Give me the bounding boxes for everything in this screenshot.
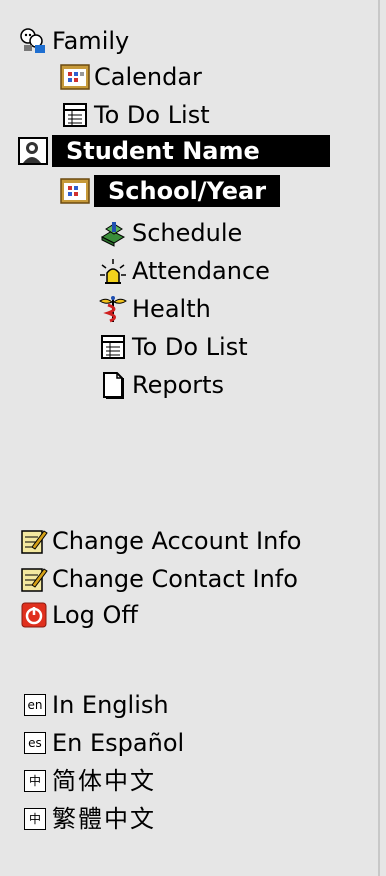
- nav-reports[interactable]: Reports: [98, 368, 224, 402]
- nav-family[interactable]: Family: [18, 24, 129, 58]
- change-contact-link[interactable]: Change Contact Info: [20, 562, 298, 596]
- calendar-icon: [60, 63, 90, 91]
- nav-health[interactable]: Health: [98, 292, 211, 326]
- lang-badge: 中: [24, 808, 46, 830]
- lang-badge: en: [24, 694, 46, 716]
- nav-reports-label: Reports: [132, 371, 225, 399]
- change-account-label: Change Account Info: [52, 527, 302, 555]
- health-caduceus-icon: [98, 295, 128, 323]
- nav-student[interactable]: Student Name: [18, 134, 330, 168]
- family-people-icon: [18, 27, 48, 55]
- nav-attendance-label: Attendance: [132, 257, 270, 285]
- student-avatar-icon: [18, 137, 48, 165]
- attendance-alert-icon: [98, 257, 128, 285]
- edit-note-icon: [20, 565, 48, 593]
- nav-family-label: Family: [52, 27, 130, 55]
- nav-student-label: Student Name: [66, 137, 260, 165]
- lang-label: In English: [52, 691, 169, 719]
- nav-school-year[interactable]: School/Year: [60, 174, 281, 208]
- lang-badge: 中: [24, 770, 46, 792]
- change-contact-label: Change Contact Info: [52, 565, 298, 593]
- nav-todo-top[interactable]: To Do List: [60, 98, 210, 132]
- nav-todo-top-label: To Do List: [94, 101, 210, 129]
- change-account-link[interactable]: Change Account Info: [20, 524, 301, 558]
- lang-label: En Español: [52, 729, 185, 757]
- log-off-link[interactable]: Log Off: [20, 598, 138, 632]
- nav-schedule[interactable]: Schedule: [98, 216, 242, 250]
- nav-school-year-label: School/Year: [108, 177, 267, 205]
- log-off-label: Log Off: [52, 601, 138, 629]
- student-name-highlight: Student Name: [52, 135, 330, 167]
- nav-todo-sub[interactable]: To Do List: [98, 330, 248, 364]
- calendar-icon: [60, 177, 90, 205]
- nav-calendar[interactable]: Calendar: [60, 60, 202, 94]
- schedule-blocks-icon: [98, 219, 128, 247]
- nav-attendance[interactable]: Attendance: [98, 254, 270, 288]
- edit-note-icon: [20, 527, 48, 555]
- lang-spanish-link[interactable]: es En Español: [24, 726, 184, 760]
- school-year-highlight: School/Year: [94, 175, 281, 207]
- lang-label: 繁體中文: [52, 805, 156, 833]
- power-icon: [20, 601, 48, 629]
- lang-english-link[interactable]: en In English: [24, 688, 169, 722]
- todo-list-icon: [98, 333, 128, 361]
- nav-schedule-label: Schedule: [132, 219, 243, 247]
- lang-simplified-chinese-link[interactable]: 中 简体中文: [24, 764, 156, 798]
- document-icon: [98, 371, 128, 399]
- nav-todo-sub-label: To Do List: [132, 333, 248, 361]
- lang-traditional-chinese-link[interactable]: 中 繁體中文: [24, 802, 156, 836]
- nav-health-label: Health: [132, 295, 211, 323]
- todo-list-icon: [60, 101, 90, 129]
- lang-label: 简体中文: [52, 767, 156, 795]
- lang-badge: es: [24, 732, 46, 754]
- nav-calendar-label: Calendar: [94, 63, 202, 91]
